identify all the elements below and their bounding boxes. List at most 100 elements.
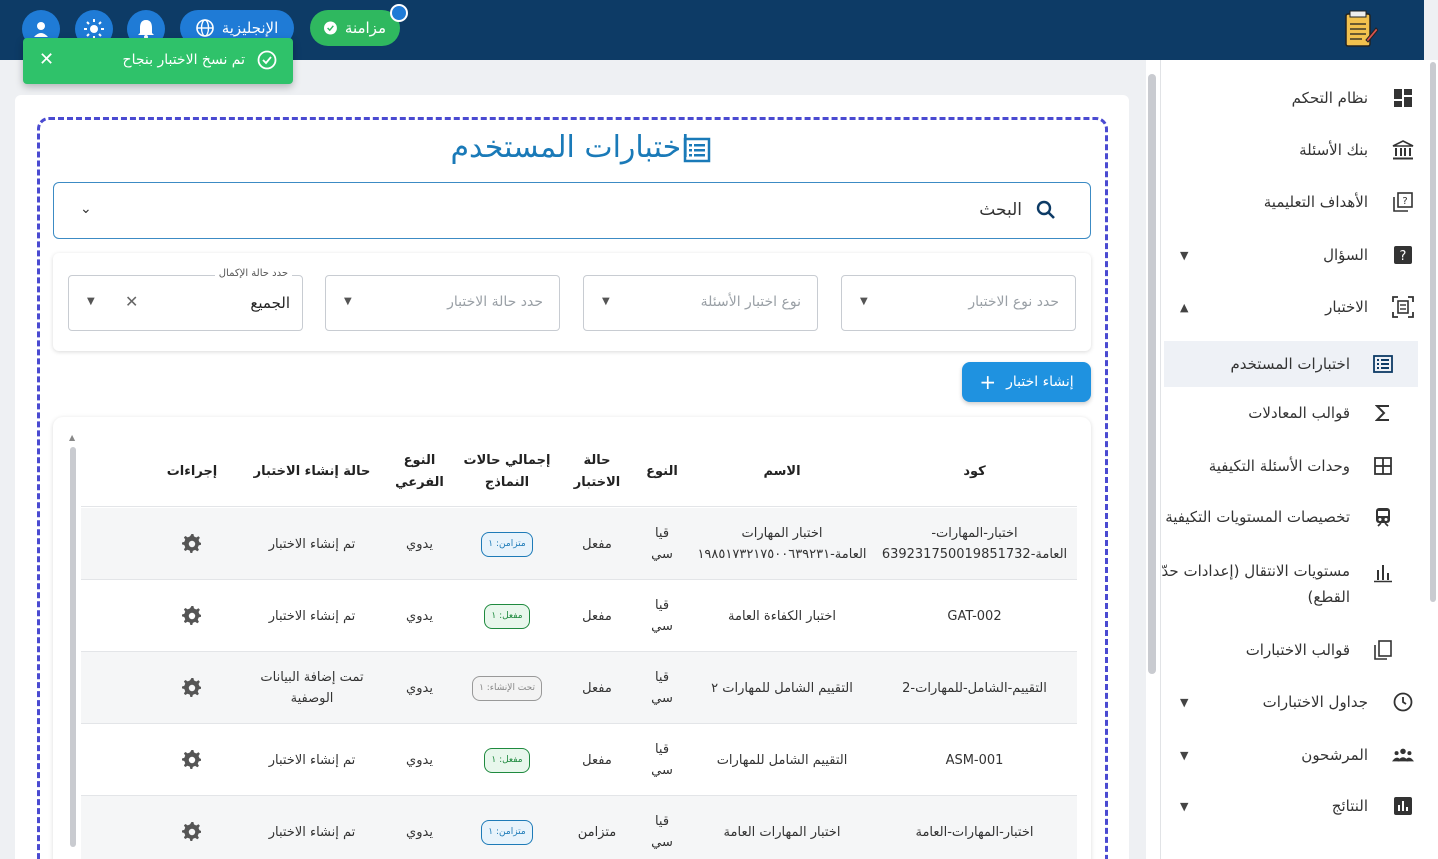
sidebar-item-label: الاختبار: [1325, 298, 1368, 316]
cell-type: قيا سي: [651, 814, 673, 850]
dropdown-arrow-icon: ▼: [344, 296, 352, 307]
sidebar-item-label: المرشحون: [1301, 746, 1368, 764]
exam-type-select[interactable]: حدد نوع الاختبار ▼: [841, 275, 1076, 331]
table-row[interactable]: اختبار-المهارات-العامة اختبار المهارات ا…: [81, 796, 1077, 859]
check-circle-icon: [324, 21, 337, 35]
cell-forms: تحت الإنشاء: ١: [452, 652, 562, 724]
sidebar-item-equation-templates[interactable]: قوالب المعادلات: [1146, 390, 1438, 436]
sidebar: نظام التحكم بنك الأسئلة ? الأهداف التعلي…: [1146, 60, 1438, 859]
cell-code: التقييم-الشامل-للمهارات-2: [902, 680, 1047, 696]
cell-forms: متزامن: ١: [452, 796, 562, 859]
search-icon: [1036, 200, 1055, 219]
dropdown-arrow-icon: ▼: [87, 296, 95, 307]
exams-table: ▲ كود الاسم النوع حالة الاختبار إجمالي ح…: [53, 417, 1091, 859]
sidebar-item-candidates[interactable]: المرشحون ▼: [1146, 732, 1438, 778]
cell-status: متزامن: [577, 824, 617, 840]
exam-icon: [1392, 296, 1414, 318]
sidebar-item-learning-objectives[interactable]: ? الأهداف التعليمية: [1146, 179, 1438, 225]
column-header[interactable]: الاسم: [692, 437, 872, 507]
question-type-select[interactable]: نوع اختبار الأسئلة ▼: [583, 275, 818, 331]
sidebar-item-question[interactable]: ? السؤال ▼: [1146, 232, 1438, 278]
column-header[interactable]: حالة الاختبار: [562, 437, 632, 507]
column-header[interactable]: النوع الفرعي: [387, 437, 452, 507]
gear-icon[interactable]: [147, 508, 237, 580]
sync-button[interactable]: مزامنة: [310, 10, 400, 46]
cell-creation: تمت إضافة البيانات الوصفية: [260, 670, 364, 706]
chevron-down-icon[interactable]: ▼: [1180, 800, 1188, 813]
check-circle-outline-icon: [257, 50, 277, 70]
cell-creation: تم إنشاء الاختبار: [268, 536, 356, 552]
column-header[interactable]: النوع: [632, 437, 692, 507]
sidebar-item-label: الأهداف التعليمية: [1263, 193, 1368, 211]
svg-text:?: ?: [1402, 196, 1407, 207]
exam-status-select[interactable]: حدد حالة الاختبار ▼: [325, 275, 560, 331]
page-title: اختبارات المستخدم: [450, 130, 690, 165]
sun-icon: [84, 19, 104, 39]
table-row[interactable]: GAT-002 اختبار الكفاءة العامة قيا سي مفع…: [81, 580, 1077, 652]
gear-icon[interactable]: [147, 724, 237, 796]
cell-type: قيا سي: [651, 598, 673, 634]
list-icon: [683, 137, 711, 163]
column-header[interactable]: إجمالي حالات النماذج: [452, 437, 562, 507]
select-value: الجميع: [250, 294, 290, 312]
sidebar-item-dashboard[interactable]: نظام التحكم: [1146, 75, 1438, 121]
sidebar-item-adaptive-units[interactable]: وحدات الأسئلة التكيفية: [1146, 443, 1438, 489]
cell-name: التقييم الشامل للمهارات: [716, 752, 848, 768]
clear-icon[interactable]: ✕: [125, 292, 138, 311]
sidebar-item-label: اختبارات المستخدم: [1230, 355, 1350, 373]
sidebar-item-exam[interactable]: الاختبار ▲: [1146, 284, 1438, 330]
sidebar-item-label: نظام التحكم: [1291, 89, 1368, 107]
select-legend: حدد حالة الإكمال: [214, 268, 292, 279]
plus-icon: +: [979, 370, 997, 394]
search-panel[interactable]: البحث ⌄: [53, 182, 1091, 239]
cell-code: اختبار-المهارات-العامة-63923175001985173…: [881, 526, 1068, 562]
cell-forms: مفعل: ١: [452, 724, 562, 796]
sidebar-item-question-bank[interactable]: بنك الأسئلة: [1146, 127, 1438, 173]
scroll-up-icon[interactable]: ▲: [69, 433, 75, 442]
completion-status-select[interactable]: حدد حالة الإكمال الجميع ✕ ▼: [68, 268, 303, 331]
sidebar-item-label: مستويات الانتقال (إعدادات حدّ القطع): [1161, 562, 1350, 606]
close-icon[interactable]: ✕: [39, 49, 54, 70]
sidebar-item-adaptive-levels[interactable]: تخصيصات المستويات التكيفية: [1146, 494, 1438, 540]
column-header: إجراءات: [166, 464, 218, 479]
page-scrollbar[interactable]: [1430, 62, 1436, 602]
create-exam-button[interactable]: إنشاء اختبار +: [962, 362, 1091, 402]
select-placeholder: حدد حالة الاختبار: [447, 294, 543, 310]
table-scrollbar[interactable]: [70, 447, 76, 847]
objectives-icon: ?: [1392, 191, 1414, 213]
sync-indicator-dot: [390, 4, 408, 22]
sidebar-item-label: السؤال: [1323, 246, 1368, 264]
dashboard-icon: [1392, 87, 1414, 109]
sidebar-item-label: تخصيصات المستويات التكيفية: [1165, 508, 1350, 526]
train-icon: [1372, 506, 1394, 528]
chevron-up-icon[interactable]: ▲: [1180, 301, 1188, 314]
sidebar-item-label: النتائج: [1331, 797, 1368, 815]
cell-type: قيا سي: [651, 670, 673, 706]
cell-name: اختبار المهارات العامة: [723, 824, 841, 840]
exam-logo-icon[interactable]: [1340, 10, 1379, 50]
sidebar-item-transition-levels[interactable]: مستويات الانتقال (إعدادات حدّ القطع): [1146, 554, 1438, 614]
language-label: الإنجليزية: [221, 19, 279, 37]
chevron-down-icon[interactable]: ▼: [1180, 249, 1188, 262]
gear-icon[interactable]: [147, 652, 237, 724]
cell-type: قيا سي: [651, 742, 673, 778]
sidebar-item-user-exams[interactable]: اختبارات المستخدم: [1164, 341, 1418, 387]
table-row[interactable]: التقييم-الشامل-للمهارات-2 التقييم الشامل…: [81, 652, 1077, 724]
table-row[interactable]: اختبار-المهارات-العامة-63923175001985173…: [81, 508, 1077, 580]
cell-subtype: يدوي: [406, 680, 433, 696]
sigma-icon: [1372, 402, 1394, 424]
column-header[interactable]: حالة إنشاء الاختبار: [237, 437, 387, 507]
sidebar-item-exam-templates[interactable]: قوالب الاختبارات: [1146, 627, 1438, 673]
table-row[interactable]: ASM-001 التقييم الشامل للمهارات قيا سي م…: [81, 724, 1077, 796]
sidebar-item-results[interactable]: النتائج ▼: [1146, 783, 1438, 829]
chevron-down-icon[interactable]: ⌄: [80, 201, 92, 217]
user-icon: [34, 22, 48, 37]
gear-icon[interactable]: [147, 580, 237, 652]
chevron-down-icon[interactable]: ▼: [1180, 696, 1188, 709]
search-label: البحث: [979, 200, 1022, 220]
sidebar-item-exam-schedules[interactable]: جداول الاختبارات ▼: [1146, 679, 1438, 725]
gear-icon[interactable]: [147, 796, 237, 859]
column-header[interactable]: كود: [872, 437, 1077, 507]
cell-name: اختبار المهارات العامة-١٩٨٥١٧٣٢١٧٥٠٠٦٣٩٢…: [697, 526, 867, 562]
chevron-down-icon[interactable]: ▼: [1180, 749, 1188, 762]
